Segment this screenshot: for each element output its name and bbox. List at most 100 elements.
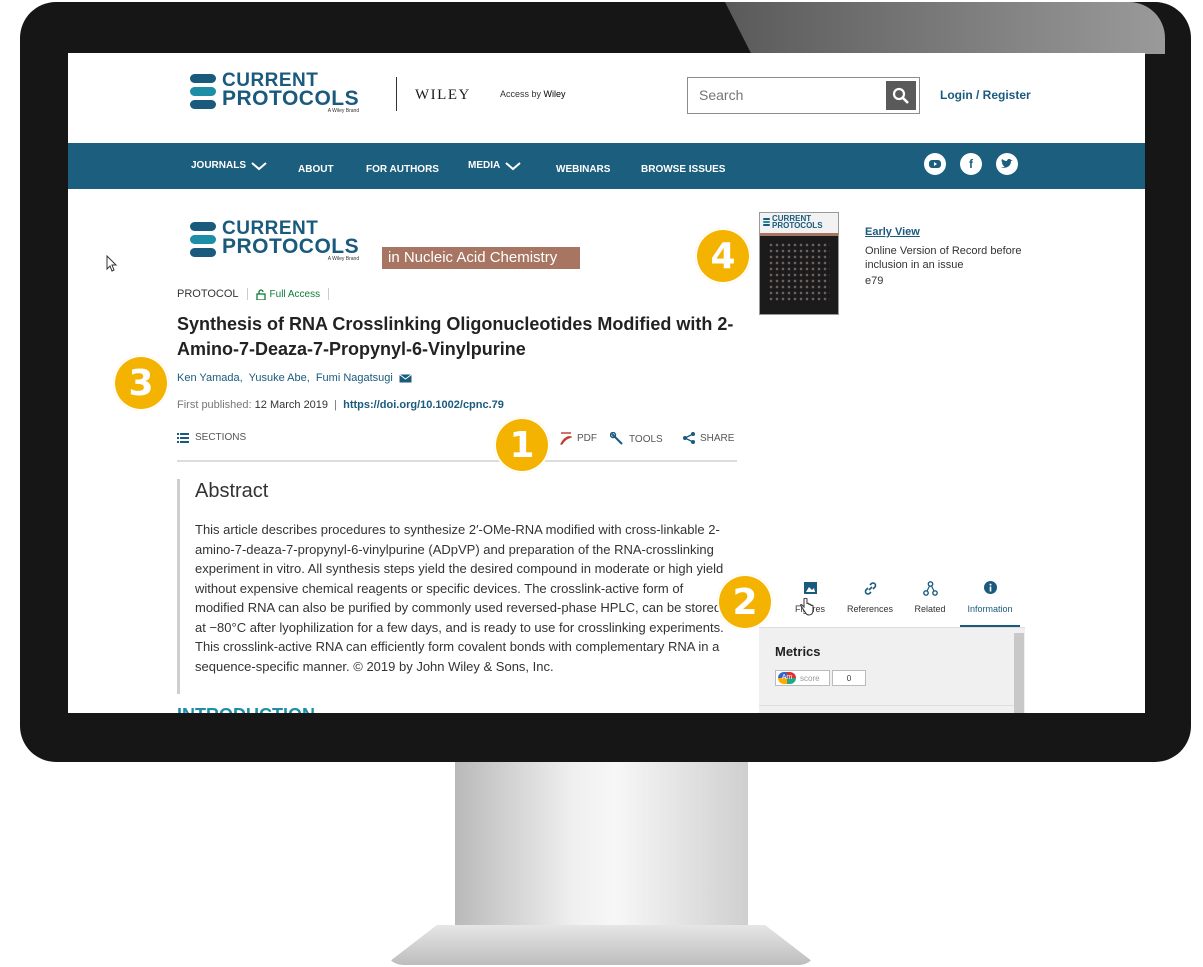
tab-references[interactable]: References: [840, 579, 900, 627]
network-icon: [922, 581, 938, 597]
author-link[interactable]: Yusuke Abe,: [249, 372, 310, 384]
image-icon: [803, 581, 817, 597]
login-register-link[interactable]: Login / Register: [940, 88, 1031, 102]
share-label: SHARE: [700, 432, 735, 444]
cover-logo-icon: [763, 218, 770, 226]
tab-label: References: [846, 604, 894, 614]
access-brand: Wiley: [543, 89, 566, 99]
logo-mark-icon: [190, 74, 216, 109]
logo-line-2: PROTOCOLS: [222, 87, 360, 110]
author-list: Ken Yamada, Yusuke Abe, Fumi Nagatsugi: [177, 372, 412, 384]
pdf-label: PDF: [577, 433, 597, 444]
share-button[interactable]: SHARE: [683, 432, 734, 444]
tools-label: TOOLS: [629, 433, 663, 445]
access-by-wiley[interactable]: Access by Wiley: [500, 89, 566, 99]
screen: CURRENT PROTOCOLS A Wiley Brand WILEY Ac…: [68, 53, 1145, 713]
hand-cursor-icon: [800, 597, 814, 621]
altmetric-widget[interactable]: Am score 0: [775, 670, 866, 686]
altmetric-donut-icon: Am: [778, 672, 796, 684]
author-link[interactable]: Fumi Nagatsugi: [316, 372, 393, 384]
nav-about[interactable]: ABOUT: [298, 164, 334, 175]
list-icon: [177, 432, 189, 443]
metrics-heading: Metrics: [775, 644, 821, 659]
journal-logo[interactable]: CURRENT PROTOCOLS A Wiley Brand: [190, 219, 360, 262]
monitor-stand-base: [385, 925, 817, 965]
abstract-heading: Abstract: [195, 480, 269, 502]
abstract-accent-bar: [177, 479, 180, 694]
issue-id: e79: [865, 275, 884, 287]
nav-webinars[interactable]: WEBINARS: [556, 164, 610, 175]
cover-line-2: PROTOCOLS: [772, 221, 823, 230]
nav-journals[interactable]: JOURNALS: [191, 160, 268, 171]
altmetric-label: score: [800, 673, 820, 683]
wrench-icon: [610, 432, 623, 445]
callout-1: 1: [494, 417, 550, 473]
facebook-icon[interactable]: f: [960, 153, 982, 175]
search-input[interactable]: [688, 78, 878, 112]
search-box: [687, 77, 920, 114]
sections-toggle[interactable]: SECTIONS: [177, 432, 246, 443]
youtube-icon[interactable]: [924, 153, 946, 175]
early-view-text: Online Version of Record before inclusio…: [865, 245, 1022, 271]
author-link[interactable]: Ken Yamada,: [177, 372, 243, 384]
cover-stripe: [760, 233, 838, 236]
search-button[interactable]: [886, 81, 916, 110]
chevron-down-icon: [251, 161, 267, 170]
article-type: PROTOCOL: [177, 288, 239, 300]
nav-label: MEDIA: [468, 160, 501, 171]
main-nav: JOURNALS ABOUT FOR AUTHORS MEDIA WEBINAR…: [68, 143, 1145, 189]
tab-label: Information: [967, 604, 1013, 614]
pdf-button[interactable]: PDF: [560, 432, 597, 445]
cover-header: CURRENT PROTOCOLS: [760, 213, 838, 233]
sections-label: SECTIONS: [195, 432, 247, 443]
early-view-description: Online Version of Record before inclusio…: [865, 244, 1035, 288]
share-icon: [683, 432, 695, 444]
tab-label: Related: [914, 604, 946, 614]
tab-information[interactable]: Information: [960, 579, 1020, 627]
chevron-down-icon: [505, 161, 521, 170]
envelope-icon[interactable]: [399, 373, 412, 383]
early-view-link[interactable]: Early View: [865, 226, 920, 238]
callout-2: 2: [717, 574, 773, 630]
unlock-icon: [255, 288, 266, 300]
info-icon: [983, 581, 997, 597]
journal-cover[interactable]: CURRENT PROTOCOLS: [759, 212, 839, 315]
nav-browse-issues[interactable]: BROWSE ISSUES: [641, 164, 725, 175]
nav-label: JOURNALS: [191, 160, 247, 171]
metrics-panel: Metrics Am score 0: [759, 627, 1025, 713]
first-published-date: 12 March 2019: [254, 399, 329, 411]
site-logo[interactable]: CURRENT PROTOCOLS A Wiley Brand: [190, 71, 360, 114]
search-icon: [892, 87, 909, 104]
meta-divider: [246, 288, 248, 300]
altmetric-badge-label: Am: [781, 674, 793, 681]
header-divider: [396, 77, 397, 111]
article-meta: PROTOCOL Full Access: [177, 288, 330, 300]
cover-artwork: [768, 242, 830, 302]
abstract-text: This article describes procedures to syn…: [195, 522, 724, 674]
sidebar-scrollbar[interactable]: [1014, 633, 1024, 713]
logo-mark-icon: [190, 222, 216, 257]
altmetric-score: 0: [832, 670, 866, 686]
altmetric-badge: Am score: [775, 670, 830, 686]
nav-for-authors[interactable]: FOR AUTHORS: [366, 164, 439, 175]
wiley-logo[interactable]: WILEY: [415, 87, 471, 104]
tools-button[interactable]: TOOLS: [610, 432, 663, 446]
nav-media[interactable]: MEDIA: [468, 160, 522, 171]
full-access-badge: Full Access: [255, 288, 321, 300]
pdf-icon: [560, 432, 572, 445]
first-published-label: First published:: [177, 399, 252, 411]
tab-related[interactable]: Related: [900, 579, 960, 627]
article-title: Synthesis of RNA Crosslinking Oligonucle…: [177, 314, 734, 359]
arrow-cursor-icon: [106, 254, 118, 277]
callout-4: 4: [695, 228, 751, 284]
doi-link[interactable]: https://doi.org/10.1002/cpnc.79: [343, 399, 504, 411]
link-icon: [863, 581, 878, 597]
metrics-divider: [759, 705, 1014, 706]
toolbar-divider: [177, 460, 737, 462]
meta-divider: [328, 288, 330, 300]
journal-name-badge: in Nucleic Acid Chemistry: [382, 247, 580, 269]
twitter-icon[interactable]: [996, 153, 1018, 175]
full-access-label: Full Access: [269, 288, 321, 300]
access-prefix: Access by: [500, 89, 542, 99]
journal-logo-line-2: PROTOCOLS: [222, 235, 360, 258]
